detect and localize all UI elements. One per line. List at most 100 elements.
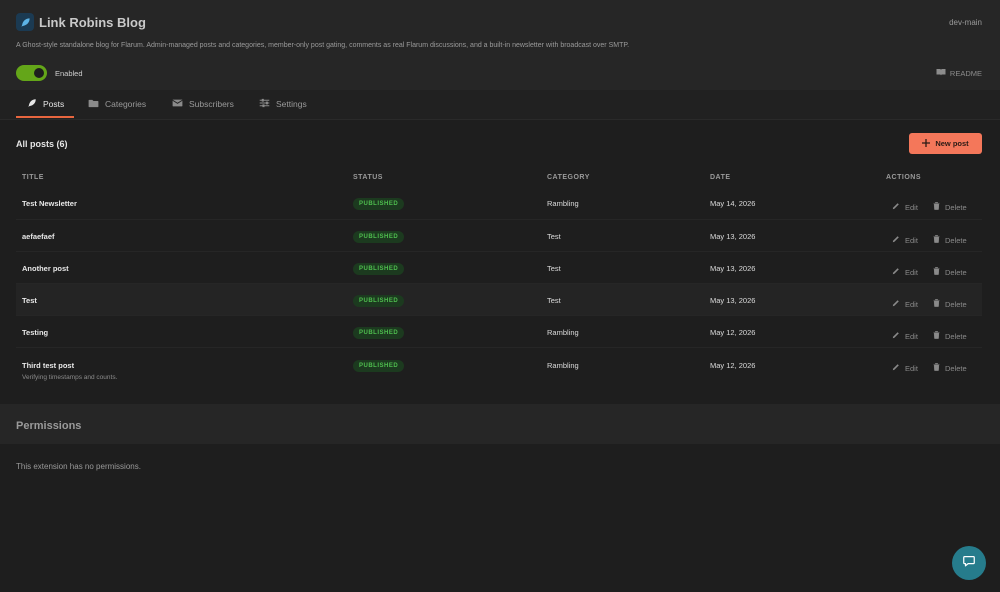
column-header-title: TITLE <box>22 174 44 181</box>
envelope-icon <box>172 99 183 109</box>
edit-button[interactable]: Edit <box>892 267 918 277</box>
post-category: Rambling <box>547 328 579 337</box>
delete-button[interactable]: Delete <box>933 363 967 373</box>
post-date: May 13, 2026 <box>710 232 756 241</box>
delete-button[interactable]: Delete <box>933 202 967 212</box>
pencil-icon <box>892 267 900 277</box>
edit-button[interactable]: Edit <box>892 202 918 212</box>
extension-description: A Ghost-style standalone blog for Flarum… <box>16 42 630 49</box>
post-title[interactable]: Another post <box>22 264 69 273</box>
trash-icon <box>933 202 940 212</box>
delete-button[interactable]: Delete <box>933 235 967 245</box>
readme-label: README <box>949 68 982 78</box>
post-title[interactable]: Test Newsletter <box>22 199 77 208</box>
edit-button[interactable]: Edit <box>892 235 918 245</box>
status-badge: PUBLISHED <box>353 327 405 339</box>
edit-button[interactable]: Edit <box>892 363 918 373</box>
tab-subscribers[interactable]: Subscribers <box>172 90 234 118</box>
delete-label: Delete <box>945 363 967 373</box>
new-post-button[interactable]: New post <box>909 133 982 154</box>
trash-icon <box>933 267 940 277</box>
delete-button[interactable]: Delete <box>933 299 967 309</box>
book-icon <box>936 68 946 78</box>
tab-label: Settings <box>276 99 307 109</box>
table-row: Third test post Verifying timestamps and… <box>16 348 982 386</box>
trash-icon <box>933 299 940 309</box>
tab-posts[interactable]: Posts <box>27 90 64 118</box>
sliders-icon <box>259 98 270 110</box>
feather-icon <box>16 13 34 31</box>
post-title[interactable]: Testing <box>22 328 48 337</box>
pencil-icon <box>892 331 900 341</box>
status-badge: PUBLISHED <box>353 263 405 275</box>
post-category: Test <box>547 264 561 273</box>
column-header-status: STATUS <box>353 174 383 181</box>
delete-button[interactable]: Delete <box>933 267 967 277</box>
trash-icon <box>933 331 940 341</box>
folder-icon <box>88 99 99 110</box>
post-date: May 14, 2026 <box>710 199 756 208</box>
feather-icon <box>27 98 37 110</box>
delete-button[interactable]: Delete <box>933 331 967 341</box>
post-title[interactable]: Test <box>22 296 37 305</box>
tab-label: Categories <box>105 99 147 109</box>
tab-settings[interactable]: Settings <box>259 90 307 118</box>
edit-label: Edit <box>905 299 918 309</box>
toggle-knob <box>34 68 44 78</box>
permissions-text: This extension has no permissions. <box>16 462 141 471</box>
post-category: Rambling <box>547 199 579 208</box>
chat-button[interactable] <box>952 546 986 580</box>
readme-button[interactable]: README <box>936 68 982 78</box>
table-row: Test PUBLISHED Test May 13, 2026 Edit De… <box>16 284 982 316</box>
extension-title: Link Robins Blog <box>39 15 146 30</box>
pencil-icon <box>892 235 900 245</box>
pencil-icon <box>892 299 900 309</box>
table-row: Another post PUBLISHED Test May 13, 2026… <box>16 252 982 284</box>
table-row: Test Newsletter PUBLISHED Rambling May 1… <box>16 188 982 220</box>
post-title[interactable]: aefaefaef <box>22 232 55 241</box>
post-title[interactable]: Third test post <box>22 361 74 370</box>
post-date: May 12, 2026 <box>710 361 756 370</box>
post-subtitle: Verifying timestamps and counts. <box>22 374 118 381</box>
post-date: May 13, 2026 <box>710 296 756 305</box>
post-category: Test <box>547 232 561 241</box>
delete-label: Delete <box>945 235 967 245</box>
version-label: dev-main <box>949 18 982 27</box>
table-row: aefaefaef PUBLISHED Test May 13, 2026 Ed… <box>16 220 982 252</box>
delete-label: Delete <box>945 299 967 309</box>
post-category: Test <box>547 296 561 305</box>
edit-label: Edit <box>905 267 918 277</box>
column-header-category: CATEGORY <box>547 174 590 181</box>
trash-icon <box>933 235 940 245</box>
tab-bar: Posts Categories Subscribers Settings <box>0 90 1000 120</box>
table-row: Testing PUBLISHED Rambling May 12, 2026 … <box>16 316 982 348</box>
tab-label: Subscribers <box>189 99 234 109</box>
permissions-title: Permissions <box>16 420 82 432</box>
enabled-toggle[interactable] <box>16 65 47 81</box>
edit-button[interactable]: Edit <box>892 299 918 309</box>
column-header-date: DATE <box>710 174 731 181</box>
edit-label: Edit <box>905 363 918 373</box>
delete-label: Delete <box>945 267 967 277</box>
chat-icon <box>962 554 976 573</box>
edit-label: Edit <box>905 235 918 245</box>
edit-button[interactable]: Edit <box>892 331 918 341</box>
new-post-label: New post <box>935 139 969 148</box>
delete-label: Delete <box>945 331 967 341</box>
tab-categories[interactable]: Categories <box>88 90 146 118</box>
posts-heading: All posts (6) <box>16 139 68 149</box>
status-badge: PUBLISHED <box>353 360 405 372</box>
status-badge: PUBLISHED <box>353 198 405 210</box>
tab-label: Posts <box>43 99 65 109</box>
trash-icon <box>933 363 940 373</box>
permissions-section-header <box>0 404 1000 444</box>
enabled-label: Enabled <box>55 69 83 78</box>
post-date: May 13, 2026 <box>710 264 756 273</box>
pencil-icon <box>892 202 900 212</box>
delete-label: Delete <box>945 202 967 212</box>
status-badge: PUBLISHED <box>353 295 405 307</box>
post-date: May 12, 2026 <box>710 328 756 337</box>
status-badge: PUBLISHED <box>353 231 405 243</box>
plus-icon <box>922 138 931 149</box>
pencil-icon <box>892 363 900 373</box>
